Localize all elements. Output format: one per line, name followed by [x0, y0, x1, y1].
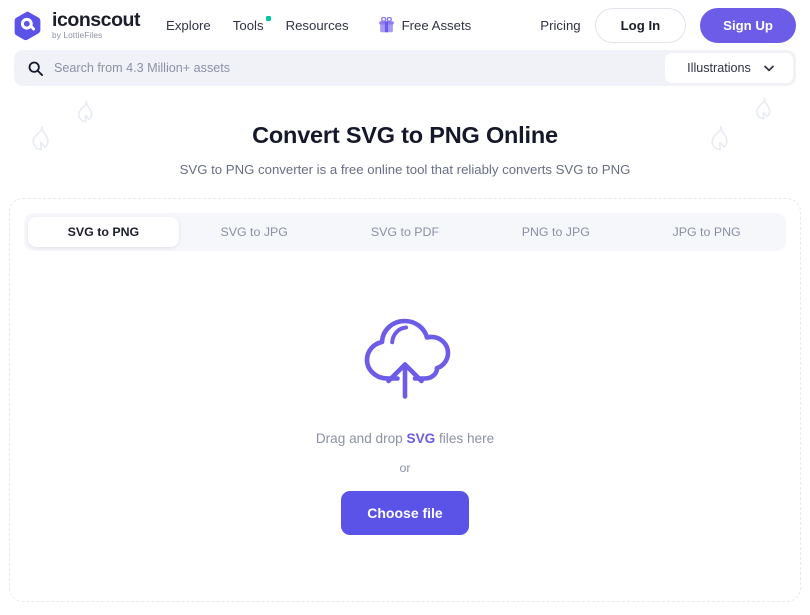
converter-card: SVG to PNG SVG to JPG SVG to PDF PNG to … — [9, 198, 801, 602]
dropzone-or-label: or — [399, 460, 411, 475]
tab-svg-to-pdf[interactable]: SVG to PDF — [330, 217, 481, 247]
dropzone-instruction: Drag and drop SVG files here — [316, 430, 494, 448]
nav-link-resources[interactable]: Resources — [286, 18, 349, 33]
site-header: iconscout by LottieFiles Explore Tools R… — [0, 0, 810, 50]
tab-png-to-jpg[interactable]: PNG to JPG — [480, 217, 631, 247]
file-dropzone[interactable]: Drag and drop SVG files here or Choose f… — [24, 265, 786, 585]
logo-subtitle: by LottieFiles — [52, 30, 103, 41]
search-bar-container: Illustrations — [0, 50, 810, 94]
nav-link-free-assets-label: Free Assets — [401, 17, 472, 33]
dropzone-text-after: files here — [435, 430, 495, 446]
search-category-label: Illustrations — [687, 61, 751, 75]
page-title: Convert SVG to PNG Online — [252, 122, 558, 148]
dropzone-format-highlight: SVG — [406, 430, 436, 446]
choose-file-button[interactable]: Choose file — [341, 490, 469, 535]
iconscout-hexagon-logo-icon — [14, 10, 41, 40]
tab-svg-to-png[interactable]: SVG to PNG — [28, 217, 179, 247]
new-badge-dot-icon — [265, 15, 271, 21]
nav-link-tools-label: Tools — [232, 17, 264, 33]
page-subtitle: SVG to PNG converter is a free online to… — [179, 162, 631, 177]
flame-icon — [78, 100, 93, 123]
nav-link-tools[interactable]: Tools — [232, 15, 271, 33]
search-icon — [28, 61, 43, 76]
flame-icon — [32, 125, 49, 151]
nav-link-explore[interactable]: Explore — [166, 18, 211, 33]
gift-icon — [378, 17, 394, 33]
tab-jpg-to-png[interactable]: JPG to PNG — [631, 217, 782, 247]
nav-link-free-assets[interactable]: Free Assets — [378, 17, 472, 33]
header-actions: Pricing Log In Sign Up — [540, 7, 796, 43]
login-button[interactable]: Log In — [594, 7, 687, 43]
nav-link-pricing[interactable]: Pricing — [540, 18, 580, 33]
converter-tabs: SVG to PNG SVG to JPG SVG to PDF PNG to … — [24, 213, 786, 251]
hero-section: Convert SVG to PNG Online SVG to PNG con… — [0, 94, 810, 179]
logo[interactable]: iconscout by LottieFiles — [12, 10, 140, 41]
signup-button[interactable]: Sign Up — [700, 7, 796, 43]
logo-wordmark: iconscout — [52, 9, 141, 32]
search-category-dropdown[interactable]: Illustrations — [665, 53, 793, 83]
main-navigation: Explore Tools Resources Free Assets — [166, 15, 472, 33]
flame-icon — [756, 97, 771, 120]
tab-svg-to-jpg[interactable]: SVG to JPG — [179, 217, 330, 247]
chevron-down-icon — [763, 65, 774, 71]
search-bar[interactable]: Illustrations — [14, 50, 796, 86]
flame-icon — [711, 125, 728, 151]
cloud-upload-icon — [364, 318, 451, 399]
dropzone-text-before: Drag and drop — [315, 430, 407, 446]
logo-text: iconscout by LottieFiles — [52, 10, 140, 39]
